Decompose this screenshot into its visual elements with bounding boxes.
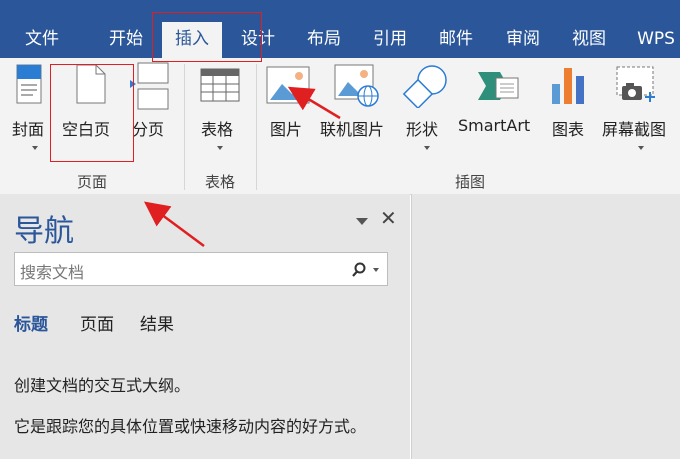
annotation-arrow-blank-page [143,201,205,248]
annotation-arrow-picture [287,86,341,120]
annotation-arrows [143,86,341,248]
